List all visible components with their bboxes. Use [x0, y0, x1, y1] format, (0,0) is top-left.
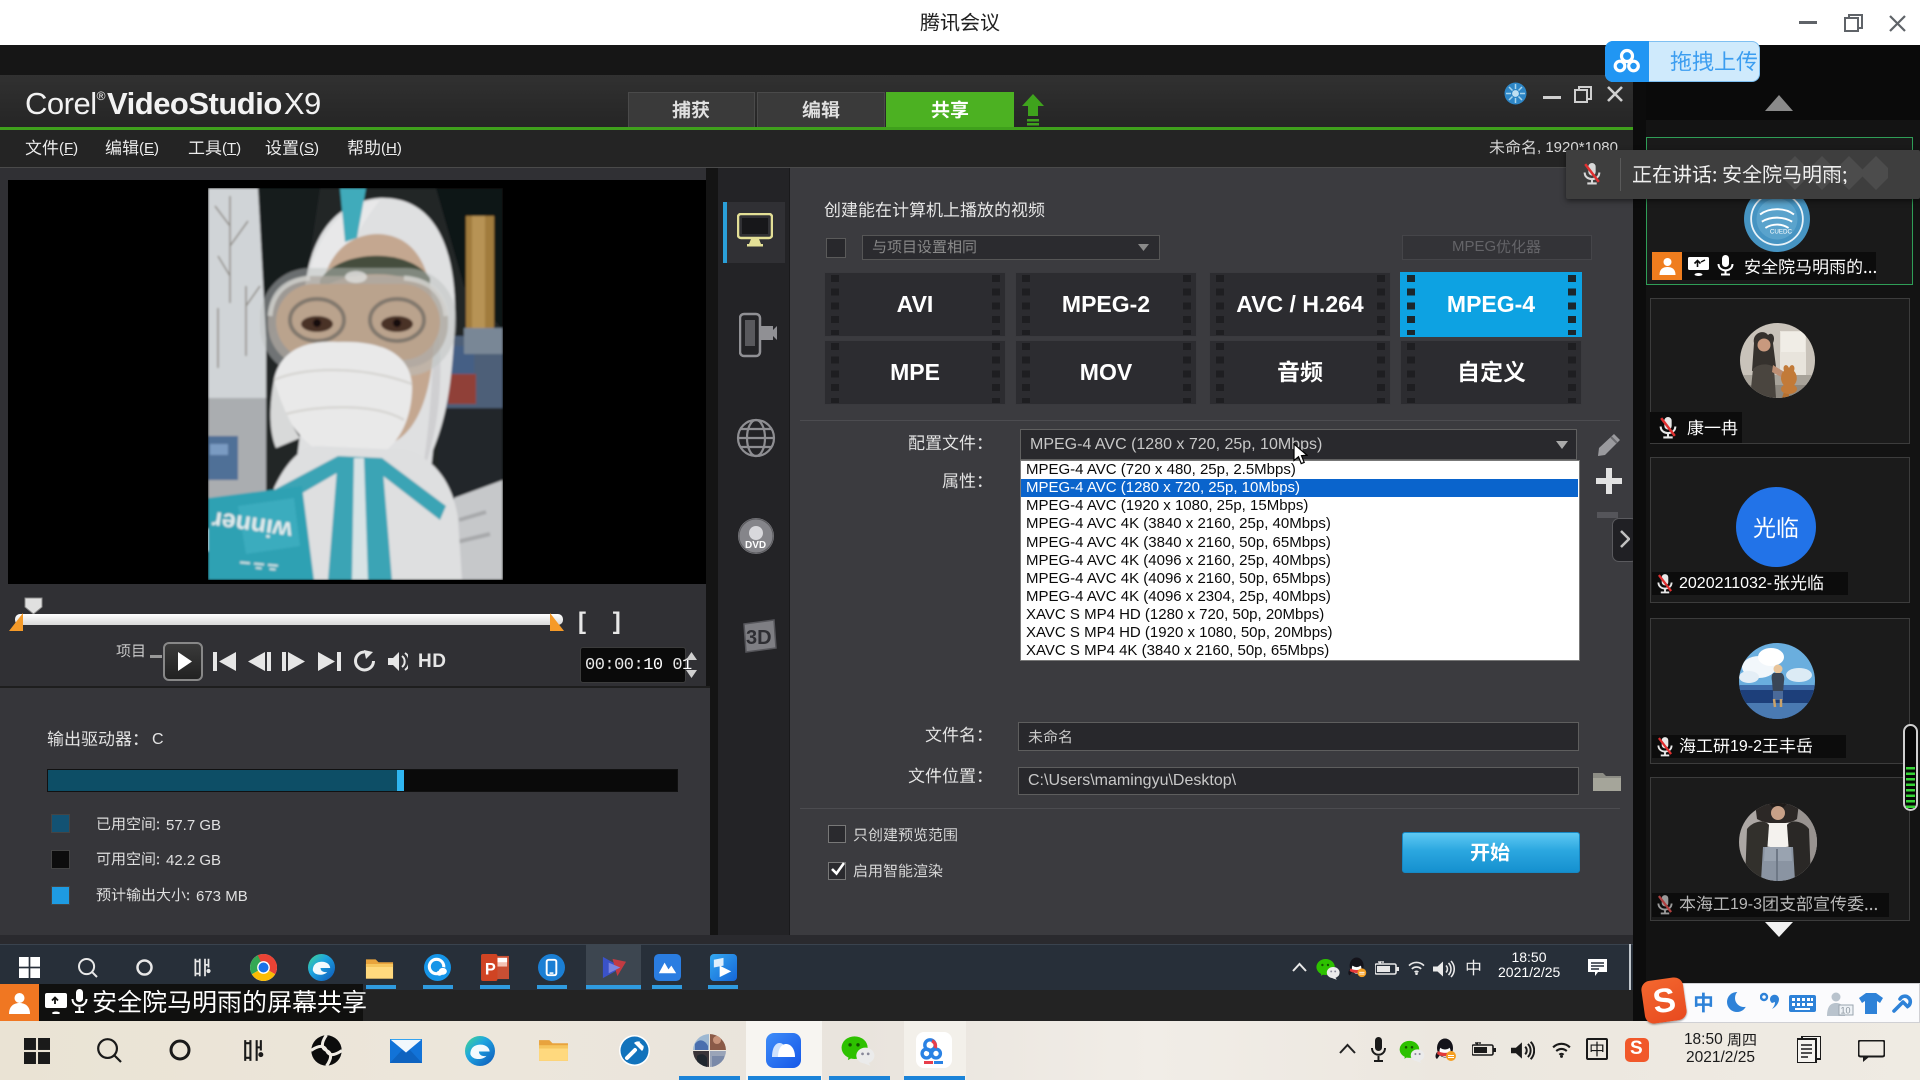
- svg-text:DVD: DVD: [745, 540, 766, 551]
- svg-text:10: 10: [1841, 1006, 1851, 1016]
- svg-text:P: P: [485, 960, 496, 978]
- svg-text:CUEDC: CUEDC: [1770, 228, 1793, 235]
- svg-text:3D: 3D: [746, 627, 772, 649]
